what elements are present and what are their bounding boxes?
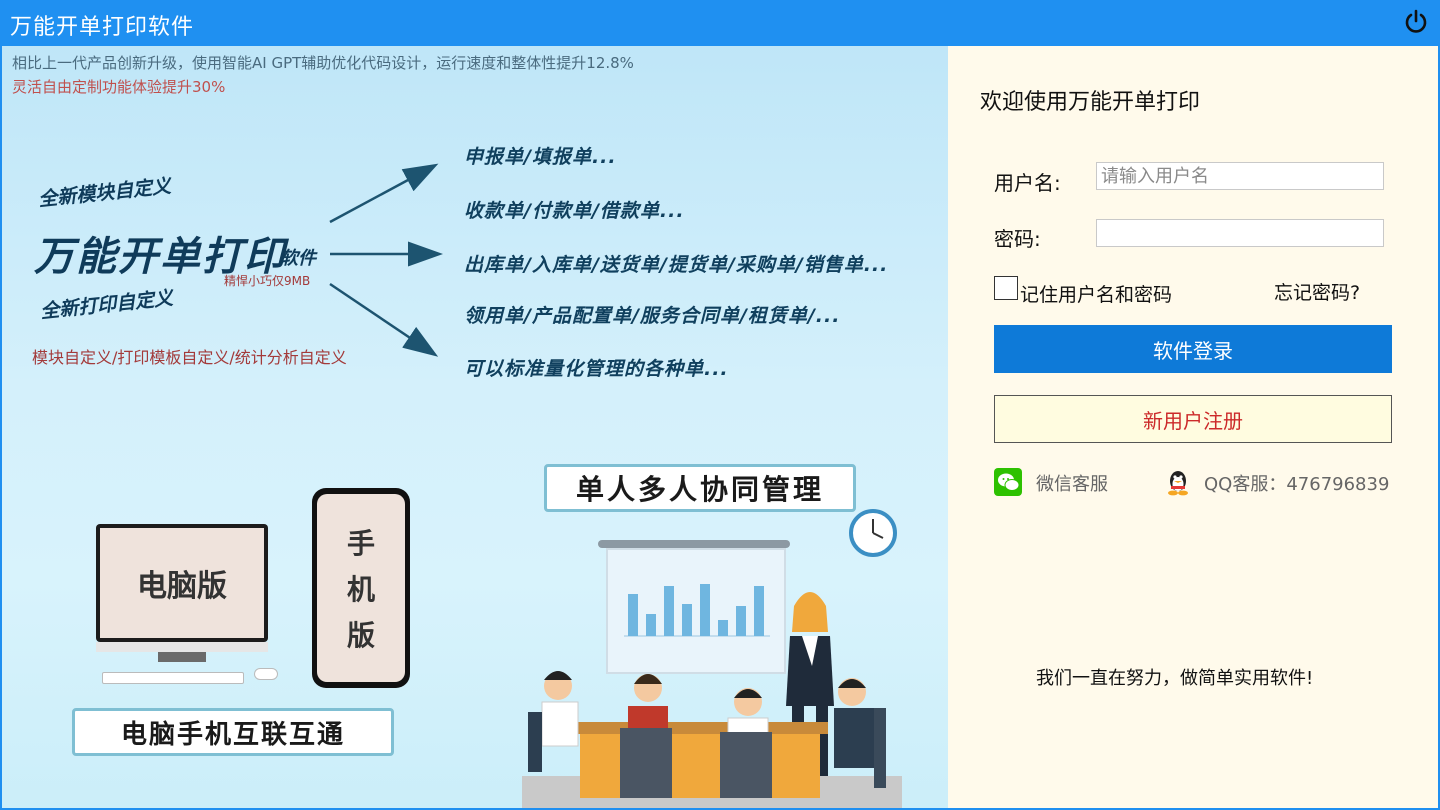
app-window: 万能开单打印软件 相比上一代产品创新升级，使用智能AI GPT辅助优化代码设计，… xyxy=(0,0,1440,810)
main-product-suffix: 软件 xyxy=(280,248,316,269)
meeting-illustration xyxy=(522,592,902,808)
doc-type-list-item: 申报单/填报单... xyxy=(464,146,617,168)
title-bar: 万能开单打印软件 xyxy=(0,0,1440,46)
interconnect-text: 电脑手机互联互通 xyxy=(120,719,345,750)
wechat-service-label[interactable]: 微信客服 xyxy=(1036,470,1108,496)
custom-note: 模块自定义/打印模板自定义/统计分析自定义 xyxy=(32,348,347,367)
promo-panel: 相比上一代产品创新升级，使用智能AI GPT辅助优化代码设计，运行速度和整体性提… xyxy=(2,46,948,808)
login-button[interactable]: 软件登录 xyxy=(994,325,1392,373)
new-module-text: 全新模块自定义 xyxy=(37,175,172,211)
doc-type-list-item: 可以标准量化管理的各种单... xyxy=(464,358,729,380)
username-label: 用户名: xyxy=(994,171,1061,195)
clock-icon xyxy=(849,509,897,557)
qq-penguin-icon[interactable] xyxy=(1164,468,1192,496)
phone-illustration: 手 机 版 xyxy=(312,488,410,688)
power-icon[interactable] xyxy=(1402,8,1430,36)
window-title: 万能开单打印软件 xyxy=(10,15,195,40)
qq-service-label[interactable]: QQ客服：476796839 xyxy=(1204,470,1389,496)
username-input[interactable] xyxy=(1096,162,1384,190)
monitor-stand xyxy=(158,652,206,662)
new-print-text: 全新打印自定义 xyxy=(39,287,174,323)
keyboard-illustration xyxy=(102,672,244,684)
footer-slogan: 我们一直在努力，做简单实用软件! xyxy=(1036,668,1314,689)
remember-label[interactable]: 记住用户名和密码 xyxy=(1020,280,1172,307)
phone-label-char: 机 xyxy=(346,573,375,606)
doc-type-list-item: 领用单/产品配置单/服务合同单/租赁单/... xyxy=(464,305,841,327)
password-label: 密码: xyxy=(994,227,1041,251)
password-input[interactable] xyxy=(1096,219,1384,247)
wechat-icon[interactable] xyxy=(994,468,1022,496)
mouse-illustration xyxy=(254,668,278,680)
phone-label-char: 版 xyxy=(346,619,375,652)
board-top-bar xyxy=(598,540,790,548)
banner-line2: 灵活自由定制功能体验提升30% xyxy=(12,78,226,96)
size-note: 精悍小巧仅9MB xyxy=(224,274,311,288)
pc-version-label: 电脑版 xyxy=(137,569,227,604)
monitor-illustration: 电脑版 xyxy=(96,524,268,642)
remember-checkbox[interactable] xyxy=(994,276,1018,300)
register-button[interactable]: 新用户注册 xyxy=(994,395,1392,443)
phone-label-char: 手 xyxy=(346,527,375,560)
collab-banner: 单人多人协同管理 xyxy=(544,464,856,512)
welcome-heading: 欢迎使用万能开单打印 xyxy=(980,90,1201,115)
doc-type-list-item: 收款单/付款单/借款单... xyxy=(464,200,685,222)
monitor-chin xyxy=(96,642,268,652)
interconnect-banner: 电脑手机互联互通 xyxy=(72,708,394,756)
forgot-password-link[interactable]: 忘记密码? xyxy=(1274,278,1360,305)
banner-line1: 相比上一代产品创新升级，使用智能AI GPT辅助优化代码设计，运行速度和整体性提… xyxy=(12,54,634,72)
doc-type-list-item: 出库单/入库单/送货单/提货单/采购单/销售单... xyxy=(464,254,889,276)
arrows-graphic xyxy=(329,163,443,357)
collab-text: 单人多人协同管理 xyxy=(575,473,824,506)
